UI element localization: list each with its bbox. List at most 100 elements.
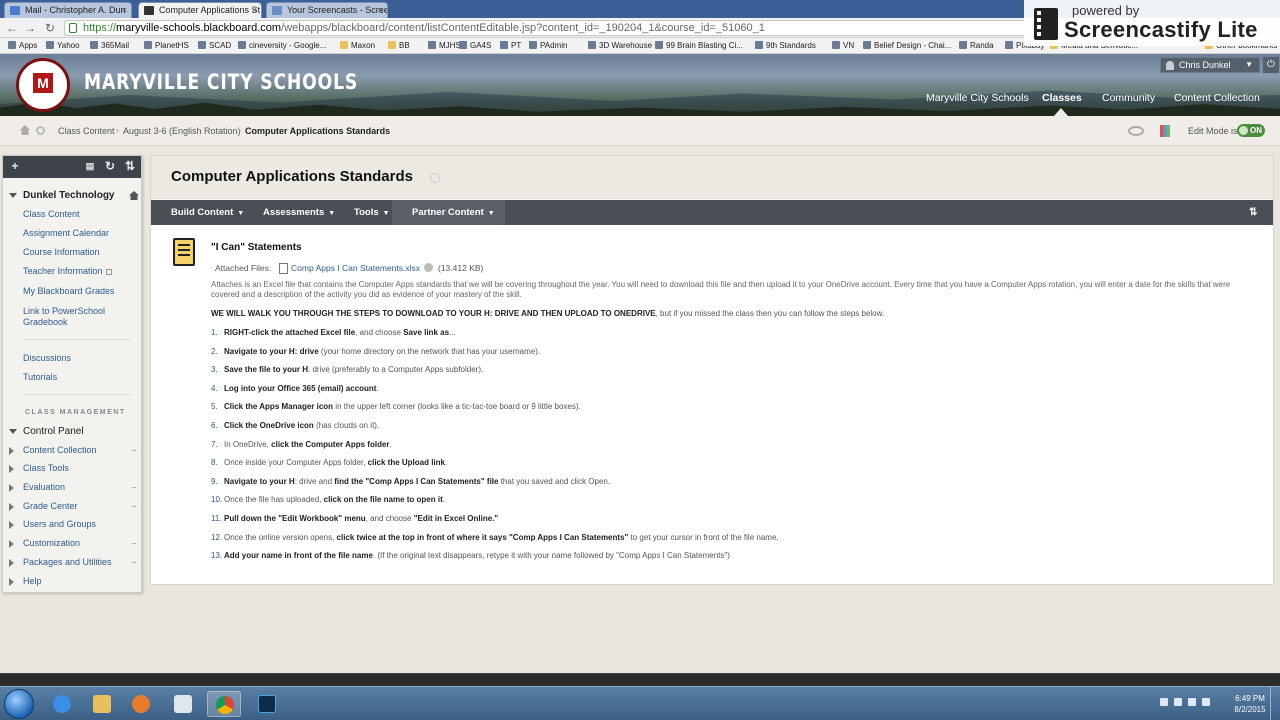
- close-icon[interactable]: ×: [378, 5, 383, 15]
- control-panel-heading[interactable]: Control Panel: [23, 426, 84, 437]
- back-icon[interactable]: ←: [4, 20, 20, 36]
- close-icon[interactable]: ×: [122, 5, 127, 15]
- ie-icon[interactable]: [45, 691, 79, 717]
- taskbar-clock[interactable]: 6:49 PM 8/2/2015: [1230, 693, 1270, 715]
- bookmark-item[interactable]: Apps: [8, 41, 37, 50]
- control-panel-item[interactable]: Users and Groups: [23, 519, 133, 530]
- show-desktop-button[interactable]: [1270, 687, 1280, 720]
- arrow-right-icon[interactable]: →: [129, 537, 138, 547]
- expand-icon[interactable]: [9, 447, 14, 455]
- bookmark-item[interactable]: 99 Brain Blasting Ci...: [655, 41, 743, 50]
- user-menu[interactable]: Chris Dunkel ▼: [1160, 57, 1260, 73]
- sidebar-item-class-content[interactable]: Class Content: [23, 209, 133, 220]
- control-panel-item[interactable]: Evaluation: [23, 482, 133, 493]
- photoshop-icon[interactable]: [250, 691, 284, 717]
- bookmark-item[interactable]: Yahoo: [46, 41, 80, 50]
- partner-content-button[interactable]: Partner Content ▼: [392, 200, 505, 225]
- collapse-icon[interactable]: [9, 193, 17, 198]
- expand-icon[interactable]: [9, 484, 14, 492]
- control-panel-item[interactable]: Packages and Utilities: [23, 557, 133, 568]
- tab-screencasts[interactable]: Your Screencasts - Scree ×: [266, 2, 388, 18]
- build-content-button[interactable]: Build Content ▼: [151, 200, 252, 225]
- file-explorer-icon[interactable]: [85, 691, 119, 717]
- sidebar-item-assignment-calendar[interactable]: Assignment Calendar: [23, 228, 133, 239]
- close-icon[interactable]: ×: [252, 5, 257, 15]
- breadcrumb-class-content[interactable]: Class Content: [58, 126, 115, 136]
- control-panel-item[interactable]: Grade Center: [23, 501, 133, 512]
- refresh-icon[interactable]: ↻: [103, 159, 117, 173]
- bookmark-item[interactable]: 3D Warehouse: [588, 41, 652, 50]
- sidebar-item-course-information[interactable]: Course Information: [23, 247, 133, 258]
- bookmark-item[interactable]: GA4S: [459, 41, 491, 50]
- control-panel-item[interactable]: Class Tools: [23, 463, 133, 474]
- collapse-icon[interactable]: [9, 429, 17, 434]
- bookmark-item[interactable]: 9th Standards: [755, 41, 816, 50]
- step-item: 8. Once inside your Computer Apps folder,…: [211, 458, 448, 468]
- theme-palette-icon[interactable]: [1160, 125, 1170, 137]
- sidebar-item-my-grades[interactable]: My Blackboard Grades: [23, 286, 133, 297]
- sidebar-item-teacher-information[interactable]: Teacher Information: [23, 266, 133, 277]
- logout-icon[interactable]: ⏻: [1263, 57, 1279, 73]
- tab-mail[interactable]: Mail - Christopher A. Dun ×: [4, 2, 132, 18]
- forward-icon[interactable]: →: [22, 20, 38, 36]
- tab-classes[interactable]: Classes: [1042, 92, 1082, 104]
- expand-icon[interactable]: [9, 521, 14, 529]
- add-menu-item-icon[interactable]: +: [8, 159, 22, 173]
- reload-icon[interactable]: ↻: [42, 20, 58, 36]
- system-tray[interactable]: [1160, 697, 1228, 711]
- expand-icon[interactable]: [9, 578, 14, 586]
- bookmark-item[interactable]: SCAD: [198, 41, 231, 50]
- expand-icon[interactable]: [9, 503, 14, 511]
- bookmark-item[interactable]: PlanetHS: [144, 41, 189, 50]
- arrow-right-icon[interactable]: →: [129, 444, 138, 454]
- course-title[interactable]: Dunkel Technology: [23, 190, 115, 201]
- start-button[interactable]: [4, 689, 34, 719]
- expand-icon[interactable]: [9, 540, 14, 548]
- course-home-icon[interactable]: [129, 191, 139, 200]
- bookmark-item[interactable]: Maxon: [340, 41, 375, 50]
- folder-view-icon[interactable]: ▤: [83, 159, 97, 173]
- media-player-icon[interactable]: [124, 691, 158, 717]
- expand-icon[interactable]: [9, 465, 14, 473]
- reorder-icon[interactable]: ⇅: [1249, 207, 1257, 218]
- home-icon[interactable]: [20, 125, 30, 135]
- url-input[interactable]: https://maryville-schools.blackboard.com…: [64, 20, 1034, 36]
- bookmark-item[interactable]: MJHS: [428, 41, 461, 50]
- arrow-right-icon[interactable]: →: [129, 481, 138, 491]
- tab-community[interactable]: Community: [1102, 92, 1155, 104]
- bookmark-item[interactable]: cineversity - Google...: [238, 41, 326, 50]
- assessments-button[interactable]: Assessments ▼: [243, 200, 343, 225]
- attached-file-link[interactable]: Comp Apps I Can Statements.xlsx: [279, 263, 420, 274]
- control-panel-item[interactable]: Help: [23, 576, 133, 587]
- sidebar-item-tutorials[interactable]: Tutorials: [23, 372, 133, 383]
- tab-maryville-city-schools[interactable]: Maryville City Schools: [926, 92, 1029, 104]
- arrow-right-icon[interactable]: →: [129, 500, 138, 510]
- sidebar-item-powerschool[interactable]: Link to PowerSchool Gradebook: [23, 306, 133, 328]
- school-seal-logo[interactable]: [16, 58, 70, 112]
- expand-icon[interactable]: [9, 559, 14, 567]
- breadcrumb-august[interactable]: August 3-6 (English Rotation): [123, 126, 241, 136]
- bookmark-item[interactable]: BB: [388, 41, 410, 50]
- notepad-icon[interactable]: [166, 691, 200, 717]
- item-title[interactable]: "I Can" Statements: [211, 242, 302, 253]
- tab-content-collection[interactable]: Content Collection: [1174, 92, 1260, 104]
- sidebar-item-discussions[interactable]: Discussions: [23, 353, 133, 364]
- control-panel-item[interactable]: Customization: [23, 538, 133, 549]
- student-preview-icon[interactable]: [1128, 126, 1144, 136]
- context-menu-icon[interactable]: [430, 173, 440, 183]
- tools-button[interactable]: Tools ▼: [334, 200, 398, 225]
- bookmark-item[interactable]: PAdmin: [529, 41, 567, 50]
- bookmark-item[interactable]: PT: [500, 41, 521, 50]
- chrome-icon[interactable]: [207, 691, 241, 717]
- arrow-right-icon[interactable]: →: [129, 556, 138, 566]
- context-menu-icon[interactable]: [36, 126, 45, 135]
- tab-computer-applications[interactable]: Computer Applications St ×: [138, 2, 262, 18]
- sort-icon[interactable]: ⇅: [123, 159, 137, 173]
- edit-mode-toggle[interactable]: ON: [1237, 124, 1265, 137]
- bookmark-item[interactable]: 365Mail: [90, 41, 129, 50]
- breadcrumb-current: Computer Applications Standards: [245, 126, 391, 136]
- bookmark-item[interactable]: Randa: [959, 41, 994, 50]
- control-panel-item[interactable]: Content Collection: [23, 445, 133, 456]
- bookmark-item[interactable]: Belief Design - Chai...: [863, 41, 951, 50]
- bookmark-item[interactable]: VN: [832, 41, 854, 50]
